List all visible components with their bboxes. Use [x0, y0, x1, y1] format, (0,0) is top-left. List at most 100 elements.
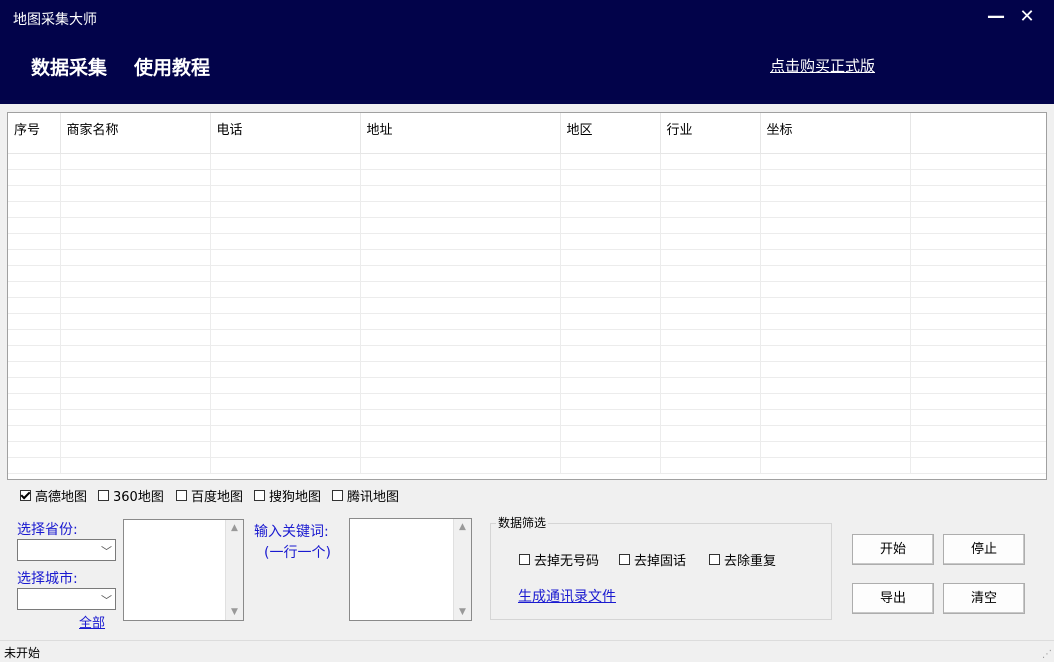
column-header-index[interactable]: 序号	[8, 113, 61, 154]
table-cell	[210, 345, 361, 362]
table-row[interactable]	[8, 201, 1046, 218]
stop-button[interactable]: 停止	[943, 534, 1025, 565]
table-row[interactable]	[8, 409, 1046, 426]
close-icon[interactable]: ✕	[1016, 6, 1038, 28]
table-cell	[910, 153, 1046, 170]
table-cell	[560, 297, 661, 314]
map-source-baidu[interactable]: 百度地图	[176, 486, 243, 505]
export-button[interactable]: 导出	[852, 583, 934, 614]
table-cell	[910, 313, 1046, 330]
scroll-down-icon[interactable]: ▼	[454, 607, 471, 617]
table-cell	[560, 377, 661, 394]
column-header-phone[interactable]: 电话	[210, 113, 361, 154]
column-header-coords[interactable]: 坐标	[760, 113, 911, 154]
column-header-name[interactable]: 商家名称	[60, 113, 211, 154]
table-row[interactable]	[8, 457, 1046, 474]
table-cell	[760, 185, 911, 202]
table-row[interactable]	[8, 377, 1046, 394]
status-bar: 未开始 ⋰	[0, 640, 1054, 662]
table-cell	[910, 217, 1046, 234]
checkbox-icon	[519, 554, 530, 565]
scroll-up-icon[interactable]: ▲	[454, 522, 471, 532]
filter-landline[interactable]: 去掉固话	[619, 550, 686, 569]
table-row[interactable]	[8, 281, 1046, 298]
table-cell	[760, 297, 911, 314]
table-cell	[210, 297, 361, 314]
resize-grip-icon[interactable]: ⋰	[1042, 649, 1052, 660]
province-label: 选择省份:	[17, 522, 78, 538]
table-cell	[910, 281, 1046, 298]
buy-full-version-link[interactable]: 点击购买正式版	[770, 55, 875, 76]
filter-no-phone[interactable]: 去掉无号码	[519, 550, 599, 569]
filter-duplicates[interactable]: 去除重复	[709, 550, 776, 569]
table-cell	[660, 441, 761, 458]
table-row[interactable]	[8, 169, 1046, 186]
table-cell	[60, 393, 211, 410]
table-row[interactable]	[8, 313, 1046, 330]
table-cell	[560, 217, 661, 234]
map-source-gaode[interactable]: 高德地图	[20, 486, 87, 505]
table-cell	[8, 249, 61, 266]
map-source-sogou[interactable]: 搜狗地图	[254, 486, 321, 505]
column-header-region[interactable]: 地区	[560, 113, 661, 154]
table-cell	[560, 441, 661, 458]
region-list[interactable]: ▲ ▼	[123, 519, 244, 621]
nav-tutorial[interactable]: 使用教程	[134, 53, 210, 80]
table-cell	[660, 345, 761, 362]
table-cell	[660, 153, 761, 170]
table-cell	[360, 313, 561, 330]
table-row[interactable]	[8, 345, 1046, 362]
select-all-link[interactable]: 全部	[79, 612, 105, 631]
table-cell	[60, 281, 211, 298]
table-cell	[360, 153, 561, 170]
table-cell	[360, 185, 561, 202]
table-cell	[910, 249, 1046, 266]
minimize-icon[interactable]: —	[985, 6, 1007, 28]
table-cell	[560, 265, 661, 282]
table-row[interactable]	[8, 425, 1046, 442]
table-row[interactable]	[8, 297, 1046, 314]
table-row[interactable]	[8, 153, 1046, 170]
table-cell	[60, 377, 211, 394]
table-cell	[910, 393, 1046, 410]
city-select[interactable]: ﹀	[17, 588, 116, 610]
generate-contacts-link[interactable]: 生成通讯录文件	[518, 586, 616, 606]
table-row[interactable]	[8, 329, 1046, 346]
table-row[interactable]	[8, 361, 1046, 378]
results-table[interactable]: 序号 商家名称 电话 地址 地区 行业 坐标	[7, 112, 1047, 480]
map-source-360[interactable]: 360地图	[98, 486, 164, 505]
table-cell	[210, 233, 361, 250]
province-select[interactable]: ﹀	[17, 539, 116, 561]
map-source-label: 高德地图	[35, 490, 88, 505]
data-filter-title: 数据筛选	[496, 514, 549, 531]
table-cell	[560, 425, 661, 442]
map-source-tencent[interactable]: 腾讯地图	[332, 486, 399, 505]
table-cell	[560, 201, 661, 218]
nav-data-collection[interactable]: 数据采集	[31, 53, 107, 80]
table-cell	[660, 281, 761, 298]
table-row[interactable]	[8, 249, 1046, 266]
table-cell	[660, 377, 761, 394]
region-list-scrollbar[interactable]: ▲ ▼	[225, 520, 243, 620]
scroll-down-icon[interactable]: ▼	[226, 607, 243, 617]
keyword-input-scrollbar[interactable]: ▲ ▼	[453, 519, 471, 620]
table-cell	[8, 377, 61, 394]
table-row[interactable]	[8, 393, 1046, 410]
table-cell	[560, 169, 661, 186]
scroll-up-icon[interactable]: ▲	[226, 523, 243, 533]
filter-label: 去掉固话	[634, 554, 687, 569]
table-row[interactable]	[8, 233, 1046, 250]
table-cell	[210, 169, 361, 186]
table-cell	[360, 361, 561, 378]
table-cell	[910, 457, 1046, 474]
table-row[interactable]	[8, 265, 1046, 282]
table-row[interactable]	[8, 217, 1046, 234]
clear-button[interactable]: 清空	[943, 583, 1025, 614]
keyword-input[interactable]: ▲ ▼	[349, 518, 472, 621]
start-button[interactable]: 开始	[852, 534, 934, 565]
table-row[interactable]	[8, 441, 1046, 458]
column-header-industry[interactable]: 行业	[660, 113, 761, 154]
checkbox-icon	[176, 490, 187, 501]
column-header-address[interactable]: 地址	[360, 113, 561, 154]
table-row[interactable]	[8, 185, 1046, 202]
